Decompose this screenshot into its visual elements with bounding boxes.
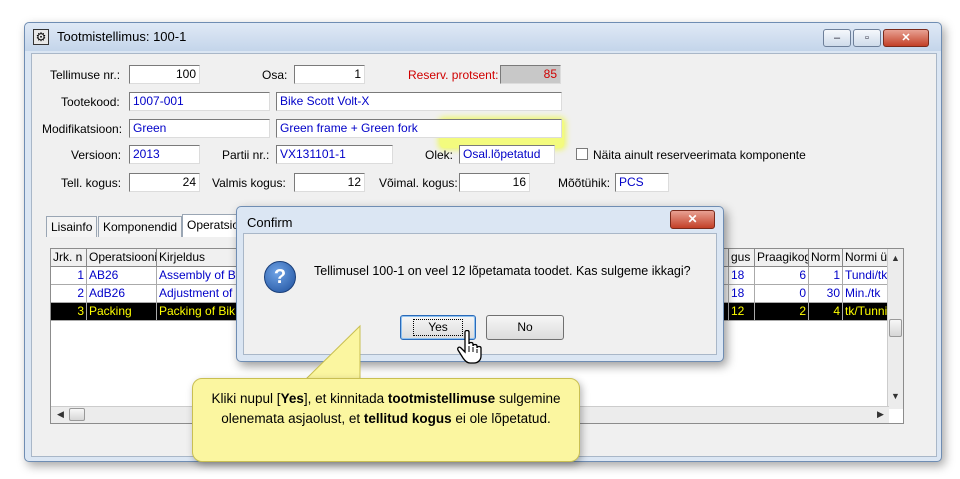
cell-operation: AdB26	[87, 285, 157, 303]
maximize-button[interactable]: ▫	[853, 29, 881, 47]
show-unreserved-label: Näita ainult reserveerimata komponente	[593, 148, 806, 162]
product-code-field[interactable]: 1007-001	[129, 92, 270, 111]
dialog-title: Confirm	[247, 215, 293, 230]
part-field[interactable]: 1	[294, 65, 365, 84]
app-icon: ⚙	[33, 29, 49, 45]
cell-scrap-qty: 0	[755, 285, 809, 303]
version-field[interactable]: 2013	[129, 145, 200, 164]
title-bar[interactable]: ⚙ Tootmistellimus: 100-1 – ▫ ✕	[25, 23, 941, 51]
cell-scrap-qty: 2	[755, 303, 809, 321]
cell-norm-unit: Min./tk	[843, 285, 891, 303]
minimize-button[interactable]: –	[823, 29, 851, 47]
callout-text-1: Kliki nupul [	[211, 391, 281, 406]
modification-desc-field[interactable]: Green frame + Green fork	[276, 119, 562, 138]
product-name-field[interactable]: Bike Scott Volt-X	[276, 92, 562, 111]
modification-label: Modifikatsioon:	[42, 122, 123, 136]
question-icon: ?	[264, 261, 296, 293]
scroll-left-arrow-icon[interactable]: ◀	[53, 407, 68, 422]
hand-cursor-icon	[457, 330, 482, 364]
cell-norm: 4	[809, 303, 843, 321]
cell-norm: 30	[809, 285, 843, 303]
total-qty-field[interactable]: 24	[129, 173, 200, 192]
batch-label: Partii nr.:	[222, 148, 270, 162]
cell-operation: AB26	[87, 267, 157, 285]
cell-norm-unit: tk/Tunni	[843, 303, 891, 321]
tab-lisainfo[interactable]: Lisainfo	[46, 216, 98, 237]
cell-operation: Packing	[87, 303, 157, 321]
cell-norm: 1	[809, 267, 843, 285]
scroll-down-arrow-icon[interactable]: ▼	[888, 389, 903, 404]
cell-seq: 3	[51, 303, 87, 321]
cell-qty: 18	[729, 285, 755, 303]
vertical-scroll-thumb[interactable]	[889, 319, 902, 337]
possible-qty-field[interactable]: 16	[459, 173, 530, 192]
scroll-up-arrow-icon[interactable]: ▲	[888, 251, 903, 266]
callout-text-2: ], et kinnitada	[303, 391, 388, 406]
possible-qty-label: Võimal. kogus:	[379, 176, 458, 190]
cell-scrap-qty: 6	[755, 267, 809, 285]
no-button[interactable]: No	[486, 315, 564, 340]
tab-operatsioonid[interactable]: Operatsio	[182, 214, 245, 237]
col-header-scrap-qty[interactable]: Praagikog	[755, 249, 809, 267]
callout-yes-emphasis: Yes	[280, 391, 304, 406]
reserve-field: 85	[500, 65, 561, 84]
done-qty-label: Valmis kogus:	[212, 176, 286, 190]
batch-field[interactable]: VX131101-1	[276, 145, 393, 164]
vertical-scrollbar[interactable]: ▲ ▼	[887, 249, 903, 409]
tab-komponendid[interactable]: Komponendid	[98, 216, 183, 237]
cell-norm-unit: Tundi/tk	[843, 267, 891, 285]
unit-field[interactable]: PCS	[615, 173, 669, 192]
callout-bubble: Kliki nupul [Yes], et kinnitada tootmist…	[192, 378, 580, 462]
cell-seq: 1	[51, 267, 87, 285]
status-label: Olek:	[425, 148, 454, 162]
product-code-label: Tootekood:	[61, 95, 120, 109]
callout-text-4: ei ole lõpetatud.	[451, 411, 551, 426]
cell-seq: 2	[51, 285, 87, 303]
reserve-label: Reserv. protsent:	[408, 68, 499, 82]
callout-order-emphasis: tootmistellimuse	[387, 391, 496, 406]
total-qty-label: Tell. kogus:	[61, 176, 122, 190]
col-header-qty[interactable]: gus	[729, 249, 755, 267]
show-unreserved-checkbox[interactable]	[576, 148, 588, 160]
done-qty-field[interactable]: 12	[294, 173, 365, 192]
close-button[interactable]: ✕	[883, 29, 929, 47]
part-label: Osa:	[262, 68, 288, 82]
scroll-right-arrow-icon[interactable]: ▶	[873, 407, 888, 422]
col-header-operation[interactable]: Operatsiooni	[87, 249, 157, 267]
callout-qty-emphasis: tellitud kogus	[363, 411, 452, 426]
dialog-close-button[interactable]: ✕	[670, 210, 715, 229]
col-header-norm[interactable]: Norm	[809, 249, 843, 267]
callout-text: Kliki nupul [Yes], et kinnitada tootmist…	[207, 389, 565, 429]
status-field[interactable]: Osal.lõpetatud	[459, 145, 555, 164]
callout-tail	[303, 324, 361, 381]
col-header-seq[interactable]: Jrk. n	[51, 249, 87, 267]
order-no-field[interactable]: 100	[129, 65, 200, 84]
modification-field[interactable]: Green	[129, 119, 270, 138]
window-title: Tootmistellimus: 100-1	[57, 29, 187, 44]
unit-label: Mõõtühik:	[558, 176, 611, 190]
horizontal-scroll-thumb[interactable]	[69, 408, 85, 421]
version-label: Versioon:	[71, 148, 122, 162]
dialog-message: Tellimusel 100-1 on veel 12 lõpetamata t…	[314, 264, 691, 278]
cell-qty: 18	[729, 267, 755, 285]
col-header-norm-unit[interactable]: Normi üh	[843, 249, 891, 267]
cell-qty: 12	[729, 303, 755, 321]
order-no-label: Tellimuse nr.:	[50, 68, 121, 82]
